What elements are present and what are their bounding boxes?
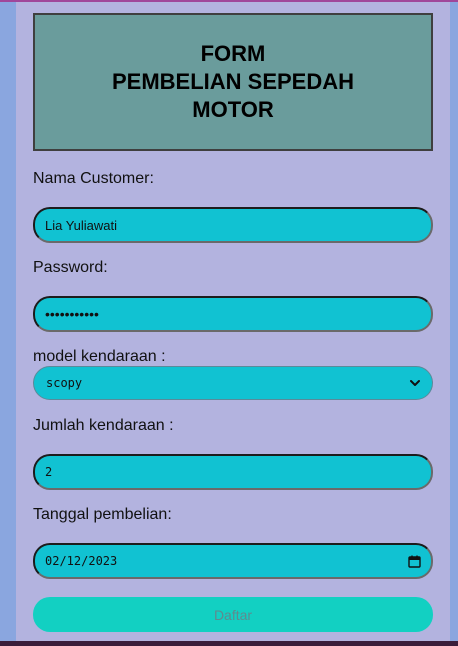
customer-name-value: Lia Yuliawati [45, 217, 118, 233]
title-line-1: FORM [200, 41, 266, 66]
password-label: Password: [33, 259, 108, 276]
title-line-3: MOTOR [192, 97, 274, 122]
chevron-down-icon [408, 376, 422, 390]
model-label: model kendaraan : [33, 348, 166, 365]
tanggal-date-input[interactable]: 02/12/2023 [33, 543, 433, 579]
model-selected-value: scopy [46, 376, 83, 390]
password-input[interactable]: ••••••••••• [33, 296, 433, 332]
form-header: FORM PEMBELIAN SEPEDAH MOTOR [33, 13, 433, 151]
password-value: ••••••••••• [45, 306, 99, 322]
bottom-edge-bar [0, 641, 458, 646]
form-panel: FORM PEMBELIAN SEPEDAH MOTOR Nama Custom… [16, 2, 450, 641]
daftar-button[interactable]: Daftar [33, 597, 433, 632]
model-select[interactable]: scopy [33, 366, 433, 400]
jumlah-value: 2 [45, 465, 53, 479]
jumlah-label: Jumlah kendaraan : [33, 417, 174, 434]
customer-name-input[interactable]: Lia Yuliawati [33, 207, 433, 243]
customer-label: Nama Customer: [33, 170, 154, 187]
tanggal-label: Tanggal pembelian: [33, 506, 172, 523]
calendar-icon[interactable] [407, 554, 421, 568]
title-line-2: PEMBELIAN SEPEDAH [111, 69, 355, 94]
page-title: FORM PEMBELIAN SEPEDAH MOTOR [112, 40, 354, 124]
jumlah-input[interactable]: 2 [33, 454, 433, 490]
tanggal-value: 02/12/2023 [45, 554, 118, 568]
